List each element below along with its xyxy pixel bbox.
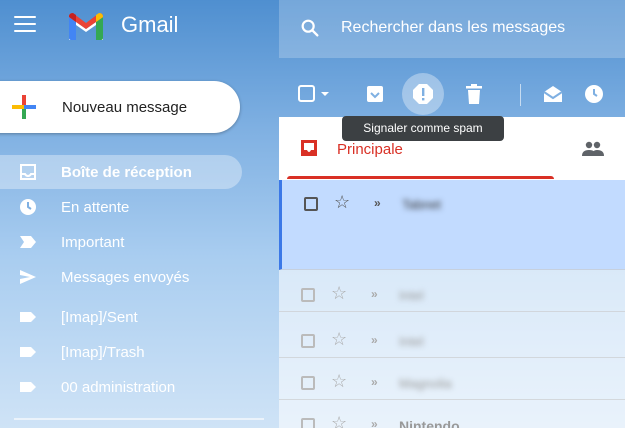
importance-marker-icon[interactable]: »: [374, 196, 381, 210]
sidebar-item-label: En attente: [61, 198, 130, 216]
sidebar-item-sent[interactable]: Messages envoyés: [0, 260, 242, 294]
tab-primary[interactable]: Principale: [337, 141, 403, 158]
search-icon[interactable]: [299, 17, 321, 39]
row-checkbox[interactable]: [304, 197, 318, 211]
gmail-logo-icon[interactable]: [66, 10, 106, 42]
inbox-icon: [20, 164, 36, 180]
sidebar-item-inbox[interactable]: Boîte de réception: [0, 155, 242, 189]
table-row[interactable]: ☆ » Intel: [279, 276, 625, 312]
sidebar-item-label: Important: [61, 233, 125, 251]
search-bar[interactable]: Rechercher dans les messages: [279, 0, 625, 58]
row-checkbox[interactable]: [301, 334, 315, 348]
tooltip: Signaler comme spam: [342, 116, 504, 141]
plus-icon: [12, 95, 36, 119]
archive-icon[interactable]: [363, 82, 387, 106]
clock-icon: [20, 199, 36, 215]
sidebar-item-imap-sent[interactable]: [Imap]/Sent: [0, 300, 242, 334]
table-row[interactable]: ☆ » Tabnet: [279, 180, 625, 270]
sidebar-item-administration[interactable]: 00 administration: [0, 370, 242, 404]
label-icon: [20, 382, 36, 392]
chevron-down-icon[interactable]: [318, 82, 332, 106]
row-checkbox[interactable]: [301, 418, 315, 428]
sidebar-item-label: [Imap]/Sent: [61, 308, 138, 326]
message-sender: Nintendo: [399, 418, 460, 428]
sidebar-item-imap-trash[interactable]: [Imap]/Trash: [0, 335, 242, 369]
table-row[interactable]: ☆ » Magnolia: [279, 364, 625, 400]
star-icon[interactable]: ☆: [331, 413, 347, 428]
star-icon[interactable]: ☆: [331, 283, 347, 304]
star-icon[interactable]: ☆: [331, 371, 347, 392]
sidebar-item-snoozed[interactable]: En attente: [0, 190, 242, 224]
select-all-checkbox[interactable]: [296, 82, 320, 106]
message-sender: Magnolia: [399, 376, 452, 391]
label-icon: [20, 312, 36, 322]
send-icon: [20, 270, 36, 284]
snooze-clock-icon[interactable]: [582, 82, 606, 106]
sidebar-item-label: Boîte de réception: [61, 163, 192, 181]
toolbar-divider: [520, 84, 521, 106]
label-icon: [20, 347, 36, 357]
important-icon: [20, 236, 36, 248]
sidebar-divider: [14, 418, 264, 420]
sidebar-item-label: [Imap]/Trash: [61, 343, 145, 361]
search-input[interactable]: Rechercher dans les messages: [341, 19, 565, 37]
importance-marker-icon[interactable]: »: [371, 417, 378, 428]
active-tab-indicator: [287, 176, 554, 179]
message-sender: Intel: [399, 288, 424, 303]
sidebar-item-important[interactable]: Important: [0, 225, 242, 259]
compose-button[interactable]: Nouveau message: [0, 81, 240, 133]
importance-marker-icon[interactable]: »: [371, 287, 378, 301]
message-sender: Tabnet: [402, 197, 442, 212]
mark-as-read-icon[interactable]: [541, 82, 565, 106]
sidebar-item-label: 00 administration: [61, 378, 176, 396]
inbox-icon: [301, 140, 317, 156]
compose-label: Nouveau message: [62, 99, 188, 116]
row-checkbox[interactable]: [301, 288, 315, 302]
message-sender: Intel: [399, 334, 424, 349]
table-row[interactable]: ☆ » Nintendo: [279, 406, 625, 428]
star-icon[interactable]: ☆: [334, 192, 350, 213]
social-people-icon[interactable]: [582, 141, 604, 157]
sidebar-item-label: Messages envoyés: [61, 268, 190, 286]
star-icon[interactable]: ☆: [331, 329, 347, 350]
report-spam-icon[interactable]: [411, 82, 435, 106]
delete-icon[interactable]: [462, 82, 486, 106]
importance-marker-icon[interactable]: »: [371, 375, 378, 389]
row-checkbox[interactable]: [301, 376, 315, 390]
app-name: Gmail: [121, 12, 179, 37]
importance-marker-icon[interactable]: »: [371, 333, 378, 347]
table-row[interactable]: ☆ » Intel: [279, 322, 625, 358]
main-menu-icon[interactable]: [14, 16, 36, 34]
